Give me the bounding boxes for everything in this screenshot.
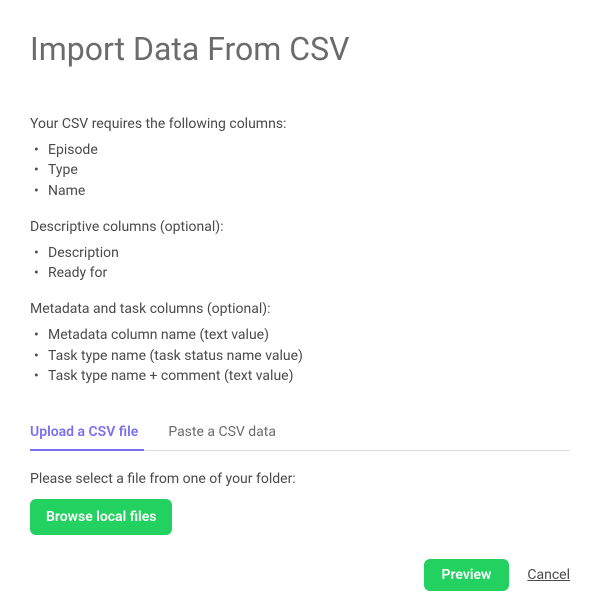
descriptive-columns-intro: Descriptive columns (optional): bbox=[30, 219, 570, 235]
list-item: Task type name + comment (text value) bbox=[30, 366, 570, 386]
required-columns-list: Episode Type Name bbox=[30, 140, 570, 201]
tab-upload-csv[interactable]: Upload a CSV file bbox=[30, 414, 156, 450]
list-item: Description bbox=[30, 243, 570, 263]
list-item: Ready for bbox=[30, 263, 570, 283]
list-item: Type bbox=[30, 160, 570, 180]
list-item: Episode bbox=[30, 140, 570, 160]
tabs: Upload a CSV file Paste a CSV data bbox=[30, 414, 570, 451]
page-title: Import Data From CSV bbox=[30, 30, 570, 68]
import-csv-dialog: Import Data From CSV Your CSV requires t… bbox=[0, 0, 600, 611]
dialog-footer: Preview Cancel bbox=[30, 535, 570, 591]
descriptive-columns-list: Description Ready for bbox=[30, 243, 570, 284]
cancel-link[interactable]: Cancel bbox=[527, 567, 570, 583]
browse-local-files-button[interactable]: Browse local files bbox=[30, 499, 172, 535]
tab-paste-csv[interactable]: Paste a CSV data bbox=[168, 414, 294, 450]
list-item: Name bbox=[30, 181, 570, 201]
metadata-columns-intro: Metadata and task columns (optional): bbox=[30, 301, 570, 317]
metadata-columns-list: Metadata column name (text value) Task t… bbox=[30, 325, 570, 386]
required-columns-intro: Your CSV requires the following columns: bbox=[30, 116, 570, 132]
list-item: Metadata column name (text value) bbox=[30, 325, 570, 345]
list-item: Task type name (task status name value) bbox=[30, 346, 570, 366]
preview-button[interactable]: Preview bbox=[424, 559, 510, 591]
select-file-instruction: Please select a file from one of your fo… bbox=[30, 471, 570, 487]
